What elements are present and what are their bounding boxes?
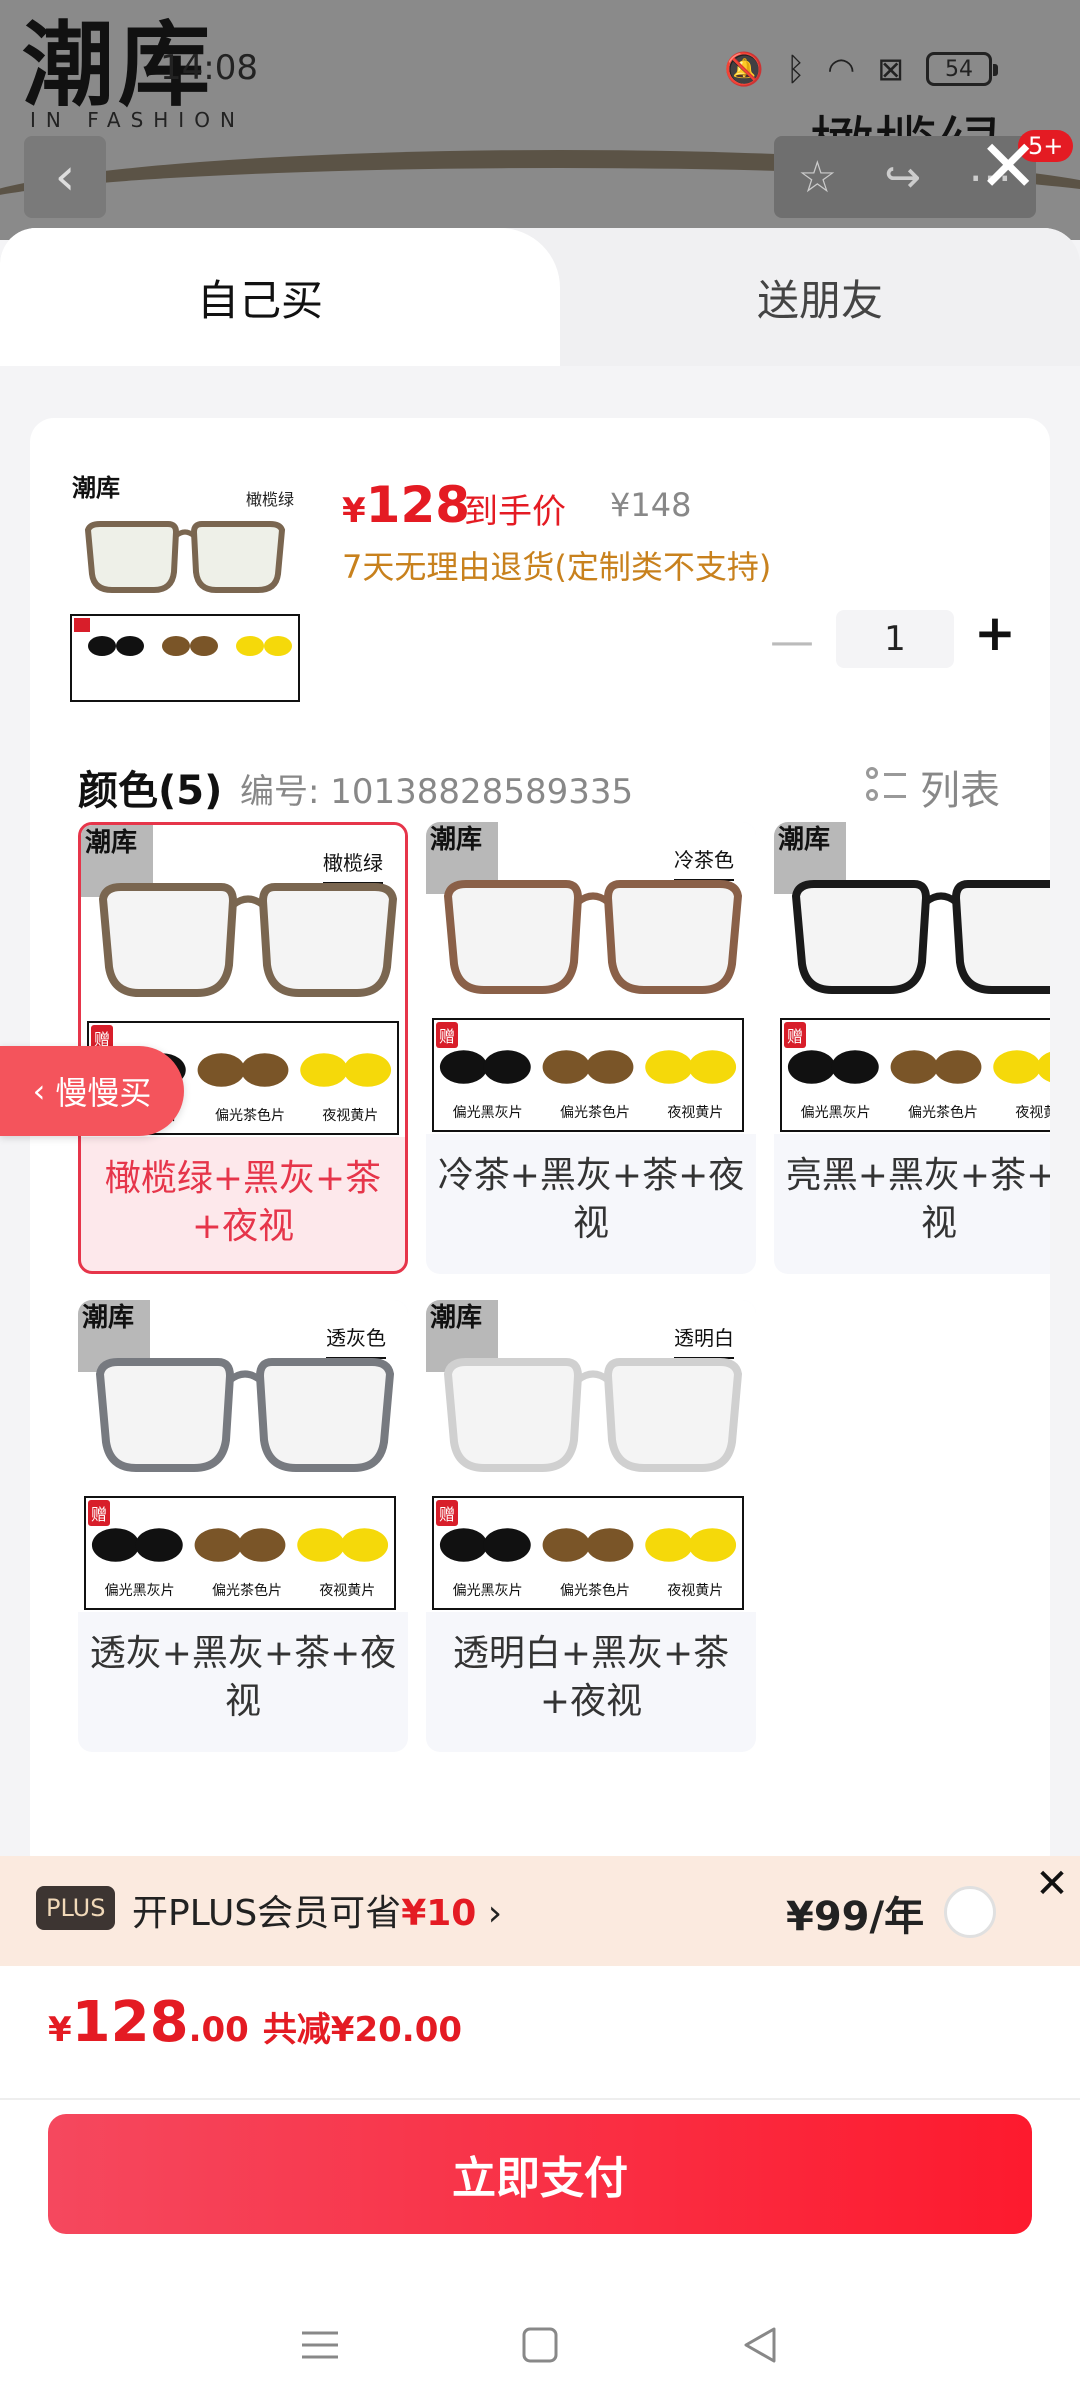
color-option-label: 橄榄绿+黑灰+茶+夜视 [104, 1158, 382, 1247]
color-option-image: 潮库 透明白 赠 偏光黑灰片 偏光茶色片 夜视黄片 [426, 1300, 756, 1612]
quantity-decrease-button[interactable]: — [770, 616, 814, 667]
color-option-image: 潮库 赠 偏光黑灰片偏光茶色片夜视黄片 [774, 822, 1050, 1134]
chevron-right-icon: › [487, 1893, 503, 1934]
lens-label: 偏光黑灰片 [452, 1583, 523, 1599]
color-section-title: 颜色(5) [78, 768, 223, 814]
thumbnail-color-tag: 橄榄绿 [245, 490, 294, 509]
mute-icon: 🔕 [724, 50, 765, 88]
tab-buy-for-self[interactable]: 自己买 [0, 228, 560, 366]
color-option[interactable]: 潮库 透灰色 赠 偏光黑灰片 偏光茶色片 夜视黄片 透灰+黑灰+茶+夜视 [78, 1300, 408, 1752]
glasses-frame-image [98, 883, 398, 997]
lens-label: 夜视黄片 [667, 1583, 724, 1599]
chevron-left-icon: ‹ [54, 147, 76, 207]
clip-on-lenses-image [439, 1528, 737, 1562]
color-option-label: 透灰+黑灰+茶+夜视 [89, 1633, 397, 1722]
lens-label: 偏光茶色片 [907, 1105, 978, 1121]
plus-savings-text[interactable]: 开PLUS会员可省¥10 › [132, 1884, 502, 1936]
price-current: ¥128 [342, 476, 471, 534]
lens-label: 偏光茶色片 [211, 1583, 282, 1599]
sim-icon: ⊠ [877, 50, 904, 88]
battery-icon: 54 [926, 52, 998, 86]
gift-lenses: 赠 偏光黑灰片偏光茶色片夜视黄片 [432, 1496, 744, 1610]
color-option[interactable]: 潮库 透明白 赠 偏光黑灰片 偏光茶色片 夜视黄片 透明白+黑灰+茶+夜视 [426, 1300, 756, 1752]
color-option-label: 透明白+黑灰+茶+夜视 [452, 1633, 730, 1722]
list-view-toggle[interactable]: 列表 [866, 758, 1000, 816]
clip-on-lenses-image [91, 1528, 389, 1562]
quantity-increase-button[interactable]: + [974, 604, 1016, 662]
gift-lenses: 赠 偏光黑灰片偏光茶色片夜视黄片 [432, 1018, 744, 1132]
plus-select-radio[interactable] [944, 1886, 996, 1938]
price-original: ¥148 [610, 486, 692, 524]
lens-label: 偏光茶色片 [214, 1108, 285, 1124]
color-option-label: 冷茶+黑灰+茶+夜视 [437, 1155, 745, 1244]
clip-on-lenses-image [439, 1050, 737, 1084]
back-icon[interactable] [730, 2315, 790, 2375]
star-icon[interactable]: ☆ [798, 152, 837, 203]
chevron-left-icon: ‹ [32, 1072, 46, 1110]
lens-label: 偏光黑灰片 [452, 1105, 523, 1121]
return-policy: 7天无理由退货(定制类不支持) [342, 548, 772, 586]
list-icon [866, 767, 906, 807]
plus-membership-bar[interactable]: PLUS 开PLUS会员可省¥10 › ¥99/年 ✕ [0, 1856, 1080, 1966]
glasses-frame-image [95, 1358, 395, 1472]
color-option-label: 亮黑+黑灰+茶+夜视 [785, 1155, 1050, 1244]
divider [0, 2098, 1080, 2100]
thumbnail-glasses-image [84, 521, 286, 593]
glasses-frame-image [443, 880, 743, 994]
wifi-icon: ◠ [827, 50, 856, 88]
lens-label: 偏光茶色片 [559, 1583, 630, 1599]
pay-now-button[interactable]: 立即支付 [48, 2114, 1032, 2234]
share-icon[interactable]: ↪ [884, 152, 921, 203]
status-time: 14:08 [160, 48, 258, 88]
lens-label: 夜视黄片 [319, 1583, 376, 1599]
close-icon[interactable]: ✕ [978, 130, 1038, 202]
back-button[interactable]: ‹ [24, 136, 106, 218]
quantity-input[interactable]: 1 [836, 610, 954, 668]
close-icon[interactable]: ✕ [1024, 1856, 1080, 1912]
price-label: 到手价 [464, 492, 566, 532]
total-price: ¥128.00 共减¥20.00 [48, 1990, 463, 2055]
thumbnail-logo: 潮库 [72, 474, 120, 502]
status-bar-icons: 🔕 ᛒ ◠ ⊠ 54 [724, 50, 998, 88]
color-option-image: 潮库 透灰色 赠 偏光黑灰片 偏光茶色片 夜视黄片 [78, 1300, 408, 1612]
purchase-sheet: 自己买 送朋友 潮库 橄榄绿 ¥128 到手价 ¥148 7天无理由退货(定制类… [0, 228, 1080, 2400]
home-icon[interactable] [510, 2315, 570, 2375]
product-thumbnail: 潮库 橄榄绿 [70, 468, 304, 702]
gift-lenses: 赠 偏光黑灰片偏光茶色片夜视黄片 [780, 1018, 1050, 1132]
glasses-frame-image [791, 880, 1050, 994]
thumbnail-lenses-image [74, 618, 292, 656]
menu-icon[interactable] [290, 2315, 350, 2375]
lens-label: 偏光黑灰片 [800, 1105, 871, 1121]
brand-logo-subtitle: IN FASHION [30, 108, 245, 132]
lens-label: 夜视黄片 [667, 1105, 724, 1121]
lens-label: 偏光茶色片 [559, 1105, 630, 1121]
color-option-image: 潮库 冷茶色 赠 偏光黑灰片 偏光茶色片 夜视黄片 [426, 822, 756, 1134]
color-option[interactable]: 潮库 赠 偏光黑灰片偏光茶色片夜视黄片 亮黑+黑灰+茶+夜视 [774, 822, 1050, 1274]
plus-price: ¥99/年 [786, 1894, 925, 1940]
product-card: 潮库 橄榄绿 ¥128 到手价 ¥148 7天无理由退货(定制类不支持) — 1… [30, 418, 1050, 1878]
lens-label: 夜视黄片 [1015, 1105, 1050, 1121]
color-option[interactable]: 潮库 冷茶色 赠 偏光黑灰片 偏光茶色片 夜视黄片 冷茶+黑灰+茶+夜视 [426, 822, 756, 1274]
gift-lenses: 赠 偏光黑灰片偏光茶色片夜视黄片 [84, 1496, 396, 1610]
total-discount: 共减¥20.00 [262, 2010, 463, 2050]
bluetooth-icon: ᛒ [786, 50, 806, 88]
lens-label: 夜视黄片 [322, 1108, 379, 1124]
product-code: 编号: 10138828589335 [240, 772, 634, 812]
clip-on-lenses-image [787, 1050, 1050, 1084]
system-nav-bar [0, 2290, 1080, 2400]
thumbnail-gift-lenses [70, 614, 300, 702]
purchase-tabs: 自己买 送朋友 [0, 228, 1080, 366]
color-options-grid: 潮库 橄榄绿 赠 偏光黑灰片偏光茶色片夜视黄片 橄榄绿+黑灰+茶+夜视 潮库 冷… [78, 822, 1050, 1772]
plus-badge: PLUS [36, 1886, 116, 1930]
background-page: 潮库 IN FASHION 14:08 🔕 ᛒ ◠ ⊠ 54 ‹ 橄榄绿 ☆ ↪… [0, 0, 1080, 240]
slow-buy-button[interactable]: ‹ 慢慢买 [0, 1046, 184, 1136]
tab-gift-to-friend[interactable]: 送朋友 [560, 228, 1080, 366]
lens-label: 偏光黑灰片 [104, 1583, 175, 1599]
glasses-frame-image [443, 1358, 743, 1472]
